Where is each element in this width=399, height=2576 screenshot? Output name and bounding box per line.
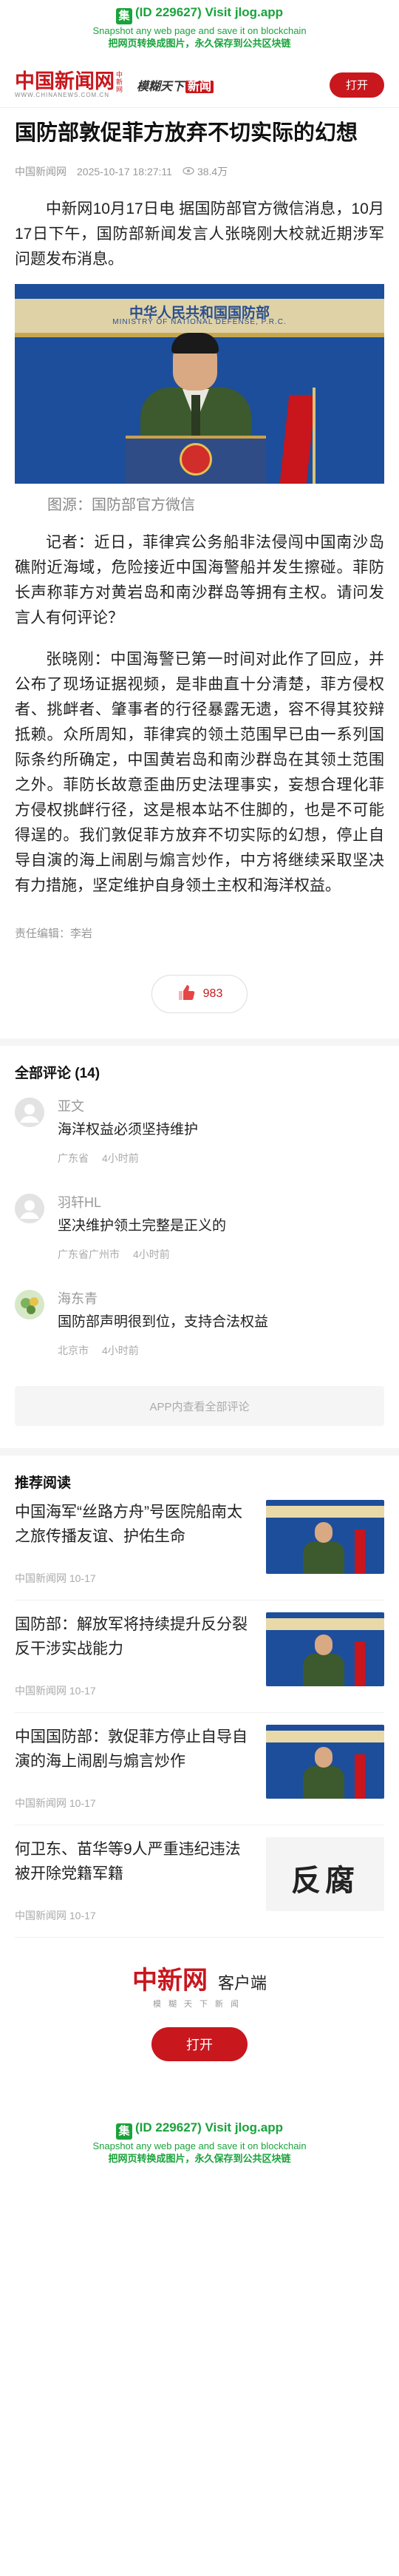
view-count: 38.4万 bbox=[183, 164, 228, 179]
app-promo: 中新网 客户端 模糊天下新闻 打开 bbox=[0, 1938, 399, 2078]
avatar[interactable] bbox=[15, 1098, 44, 1127]
banner-line1: (ID 229627) Visit jlog.app bbox=[135, 2120, 283, 2134]
slogan: 模糊天下 新闻 bbox=[137, 76, 214, 94]
article: 国防部敦促菲方放弃不切实际的幻想 中国新闻网 2025-10-17 18:27:… bbox=[0, 108, 399, 1013]
article-paragraph: 记者：近日，菲律宾公务船非法侵闯中国南沙岛礁附近海域，危险接近中国海警船并发生擦… bbox=[15, 534, 384, 626]
recommend-item-date: 10-17 bbox=[69, 1572, 96, 1584]
section-divider bbox=[0, 1448, 399, 1456]
national-emblem-icon bbox=[180, 443, 212, 476]
slogan-badge: 新闻 bbox=[185, 80, 214, 93]
jlog-icon: 集 bbox=[116, 8, 132, 24]
comment-time: 4小时前 bbox=[133, 1248, 170, 1260]
comment-author: 海东青 bbox=[58, 1291, 98, 1306]
banner-line1: (ID 229627) Visit jlog.app bbox=[135, 5, 283, 19]
app-slogan: 模糊天下新闻 bbox=[153, 2000, 246, 2009]
open-app-button[interactable]: 打开 bbox=[330, 72, 384, 98]
comment-time: 4小时前 bbox=[102, 1152, 139, 1164]
app-client-label: 客户端 bbox=[217, 1974, 267, 1992]
photo-backdrop-subtitle: MINISTRY OF NATIONAL DEFENSE, P.R.C. bbox=[112, 318, 287, 326]
recommend-item[interactable]: 中国国防部：敦促菲方停止自导自演的海上闹剧与煽言炒作 中国新闻网 10-17 bbox=[15, 1713, 384, 1825]
recommend-item[interactable]: 何卫东、苗华等9人严重违纪违法被开除党籍军籍 中国新闻网 10-17 反腐 bbox=[15, 1825, 384, 1938]
banner-line2: Snapshot any web page and save it on blo… bbox=[92, 2140, 307, 2151]
jlog-banner-top[interactable]: 集 (ID 229627) Visit jlog.app Snapshot any… bbox=[0, 0, 399, 62]
recommend-section: 推荐阅读 中国海军“丝路方舟”号医院船南太之旅传播友谊、护佑生命 中国新闻网 1… bbox=[0, 1456, 399, 1938]
comment-location: 北京市 bbox=[58, 1345, 89, 1356]
recommend-thumbnail bbox=[266, 1725, 384, 1799]
article-paragraph: 中新网10月17日电 据国防部官方微信消息，10月17日下午，国防部新闻发言人张… bbox=[15, 200, 384, 268]
recommend-item-source: 中国新闻网 bbox=[15, 1797, 66, 1809]
article-title: 国防部敦促菲方放弃不切实际的幻想 bbox=[15, 121, 358, 145]
avatar[interactable] bbox=[15, 1194, 44, 1223]
comments-title: 全部评论 (14) bbox=[15, 1066, 100, 1081]
jlog-icon: 集 bbox=[116, 2123, 132, 2140]
article-body: 中新网10月17日电 据国防部官方微信消息，10月17日下午，国防部新闻发言人张… bbox=[15, 197, 384, 899]
view-count-value: 38.4万 bbox=[197, 166, 228, 178]
recommend-item-source: 中国新闻网 bbox=[15, 1685, 66, 1697]
thumbs-up-icon bbox=[177, 983, 196, 1006]
recommend-thumbnail bbox=[266, 1612, 384, 1686]
comment-text: 海洋权益必须坚持维护 bbox=[58, 1122, 199, 1137]
recommend-item-source: 中国新闻网 bbox=[15, 1572, 66, 1584]
comment-item: 亚文 海洋权益必须坚持维护 广东省 4小时前 bbox=[15, 1090, 384, 1186]
eye-icon bbox=[183, 166, 194, 178]
recommend-item-title: 国防部：解放军将持续提升反分裂反干涉实战能力 bbox=[15, 1616, 248, 1657]
comment-item: 羽轩HL 坚决维护领土完整是正义的 广东省广州市 4小时前 bbox=[15, 1186, 384, 1282]
thumbnail-text: 反腐 bbox=[291, 1864, 359, 1897]
recommend-item-date: 10-17 bbox=[69, 1685, 96, 1697]
logo-vertical-text: 中新网 bbox=[116, 71, 123, 93]
logo-url: WWW.CHINANEWS.COM.CN bbox=[15, 92, 109, 98]
article-paragraph: 张晓刚：中国海警已第一时间对此作了回应，并公布了现场证据视频，是非曲直十分清楚，… bbox=[15, 651, 384, 894]
section-divider bbox=[0, 1038, 399, 1046]
recommend-thumbnail: 反腐 bbox=[266, 1837, 384, 1911]
recommend-item-title: 中国海军“丝路方舟”号医院船南太之旅传播友谊、护佑生命 bbox=[15, 1504, 242, 1545]
recommend-title: 推荐阅读 bbox=[15, 1475, 72, 1491]
recommend-item-date: 10-17 bbox=[69, 1797, 96, 1809]
comment-author: 羽轩HL bbox=[58, 1195, 102, 1210]
app-logo: 中新网 bbox=[132, 1967, 208, 1995]
banner-line3: 把网页转换成图片，永久保存到公共区块链 bbox=[108, 38, 291, 49]
view-all-comments-button[interactable]: APP内查看全部评论 bbox=[15, 1386, 384, 1426]
article-photo[interactable]: 中华人民共和国国防部 MINISTRY OF NATIONAL DEFENSE,… bbox=[15, 284, 384, 484]
banner-line3: 把网页转换成图片，永久保存到公共区块链 bbox=[108, 2153, 291, 2164]
comment-location: 广东省广州市 bbox=[58, 1248, 120, 1260]
comment-author: 亚文 bbox=[58, 1099, 84, 1114]
recommend-thumbnail bbox=[266, 1500, 384, 1574]
recommend-item[interactable]: 国防部：解放军将持续提升反分裂反干涉实战能力 中国新闻网 10-17 bbox=[15, 1600, 384, 1713]
comment-item: 海东青 国防部声明很到位，支持合法权益 北京市 4小时前 bbox=[15, 1282, 384, 1379]
recommend-item-date: 10-17 bbox=[69, 1910, 96, 1921]
site-logo[interactable]: 中国新闻网 WWW.CHINANEWS.COM.CN 中新网 bbox=[15, 71, 123, 98]
article-source: 中国新闻网 bbox=[15, 166, 66, 178]
recommend-item-title: 中国国防部：敦促菲方停止自导自演的海上闹剧与煽言炒作 bbox=[15, 1728, 248, 1770]
photo-caption: 图源：国防部官方微信 bbox=[47, 497, 195, 513]
recommend-item-source: 中国新闻网 bbox=[15, 1910, 66, 1921]
banner-line2: Snapshot any web page and save it on blo… bbox=[92, 25, 307, 36]
comments-section: 全部评论 (14) 亚文 海洋权益必须坚持维护 广东省 4小时前 羽轩HL 坚决维… bbox=[0, 1046, 399, 1426]
article-time: 2025-10-17 18:27:11 bbox=[77, 166, 172, 178]
avatar[interactable] bbox=[15, 1290, 44, 1319]
comment-location: 广东省 bbox=[58, 1152, 89, 1164]
recommend-item[interactable]: 中国海军“丝路方舟”号医院船南太之旅传播友谊、护佑生命 中国新闻网 10-17 bbox=[15, 1488, 384, 1600]
comment-time: 4小时前 bbox=[102, 1345, 139, 1356]
top-bar: 中国新闻网 WWW.CHINANEWS.COM.CN 中新网 模糊天下 新闻 打开 bbox=[0, 62, 399, 108]
like-count: 983 bbox=[202, 987, 223, 1000]
recommend-item-title: 何卫东、苗华等9人严重违纪违法被开除党籍军籍 bbox=[15, 1841, 241, 1882]
comment-text: 坚决维护领土完整是正义的 bbox=[58, 1218, 227, 1234]
editor-line: 责任编辑：李岩 bbox=[15, 927, 93, 940]
logo-text: 中国新闻网 bbox=[15, 70, 115, 92]
open-app-bottom-button[interactable]: 打开 bbox=[151, 2027, 248, 2061]
article-meta: 中国新闻网 2025-10-17 18:27:11 38.4万 bbox=[15, 163, 384, 180]
comment-text: 国防部声明很到位，支持合法权益 bbox=[58, 1314, 269, 1330]
like-button[interactable]: 983 bbox=[151, 975, 248, 1013]
jlog-banner-bottom[interactable]: 集 (ID 229627) Visit jlog.app Snapshot any… bbox=[0, 2115, 399, 2177]
